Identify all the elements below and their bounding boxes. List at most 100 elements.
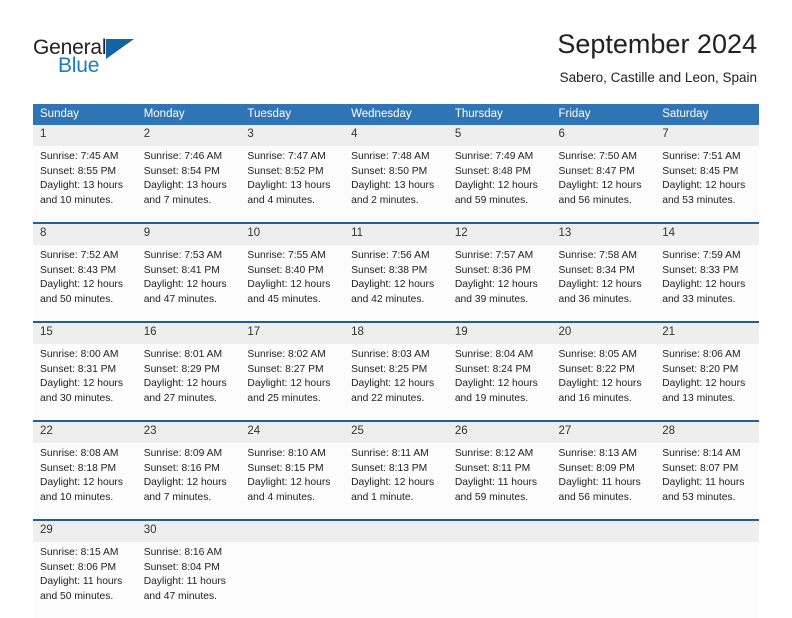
day-number[interactable]: 25: [344, 422, 448, 443]
day-number[interactable]: 3: [240, 125, 345, 146]
day-cell[interactable]: Sunrise: 8:12 AM Sunset: 8:11 PM Dayligh…: [447, 443, 552, 519]
day-cell-empty: [551, 542, 656, 618]
daylight-text-line1: Daylight: 12 hours: [351, 477, 435, 489]
sunrise-text: Sunrise: 7:49 AM: [454, 151, 534, 162]
week-row-details: Sunrise: 8:08 AM Sunset: 8:18 PM Dayligh…: [33, 443, 759, 519]
day-cell[interactable]: Sunrise: 7:45 AM Sunset: 8:55 PM Dayligh…: [33, 146, 137, 222]
day-cell[interactable]: Sunrise: 8:11 AM Sunset: 8:13 PM Dayligh…: [344, 443, 448, 519]
day-cell[interactable]: Sunrise: 8:14 AM Sunset: 8:07 PM Dayligh…: [655, 443, 759, 519]
daylight-text-line1: Daylight: 13 hours: [247, 180, 331, 192]
daylight-text-line2: and 13 minutes.: [662, 392, 736, 404]
day-number[interactable]: 17: [240, 323, 345, 344]
week-row-daynumbers: 29 30: [33, 521, 759, 542]
day-cell[interactable]: Sunrise: 7:58 AM Sunset: 8:34 PM Dayligh…: [551, 245, 656, 321]
day-number[interactable]: 8: [33, 224, 137, 245]
day-cell[interactable]: Sunrise: 8:05 AM Sunset: 8:22 PM Dayligh…: [551, 344, 656, 420]
sunset-text: Sunset: 8:50 PM: [351, 165, 428, 177]
day-number[interactable]: 10: [240, 224, 345, 245]
day-number[interactable]: 14: [655, 224, 759, 245]
day-number[interactable]: 7: [655, 125, 759, 146]
day-number[interactable]: 18: [344, 323, 448, 344]
sunset-text: Sunset: 8:40 PM: [247, 264, 324, 276]
day-cell[interactable]: Sunrise: 8:06 AM Sunset: 8:20 PM Dayligh…: [655, 344, 759, 420]
day-cell[interactable]: Sunrise: 8:08 AM Sunset: 8:18 PM Dayligh…: [33, 443, 137, 519]
day-cell[interactable]: Sunrise: 8:13 AM Sunset: 8:09 PM Dayligh…: [551, 443, 656, 519]
day-cell[interactable]: Sunrise: 7:48 AM Sunset: 8:50 PM Dayligh…: [344, 146, 448, 222]
day-cell[interactable]: Sunrise: 8:03 AM Sunset: 8:25 PM Dayligh…: [344, 344, 448, 420]
day-cell[interactable]: Sunrise: 7:46 AM Sunset: 8:54 PM Dayligh…: [136, 146, 241, 222]
sunrise-text: Sunrise: 8:00 AM: [40, 349, 119, 360]
weekday-header-saturday: Saturday: [655, 104, 759, 125]
day-number[interactable]: 16: [136, 323, 241, 344]
sunset-text: Sunset: 8:33 PM: [662, 264, 739, 276]
day-number[interactable]: 4: [344, 125, 448, 146]
day-cell[interactable]: Sunrise: 8:16 AM Sunset: 8:04 PM Dayligh…: [136, 542, 241, 618]
day-number[interactable]: 24: [240, 422, 345, 443]
week-row-daynumbers: 1 2 3 4 5 6 7: [33, 125, 759, 146]
day-cell[interactable]: Sunrise: 8:09 AM Sunset: 8:16 PM Dayligh…: [136, 443, 241, 519]
sunset-text: Sunset: 8:18 PM: [40, 462, 117, 474]
weekday-header-friday: Friday: [551, 104, 656, 125]
daylight-text-line1: Daylight: 12 hours: [247, 477, 331, 489]
daylight-text-line2: and 50 minutes.: [40, 293, 114, 305]
day-number[interactable]: 30: [136, 521, 241, 542]
day-number[interactable]: 26: [447, 422, 552, 443]
daylight-text-line1: Daylight: 12 hours: [351, 279, 435, 291]
day-cell[interactable]: Sunrise: 8:00 AM Sunset: 8:31 PM Dayligh…: [33, 344, 137, 420]
day-number[interactable]: 22: [33, 422, 137, 443]
day-number[interactable]: 19: [447, 323, 552, 344]
day-cell[interactable]: Sunrise: 7:50 AM Sunset: 8:47 PM Dayligh…: [551, 146, 656, 222]
day-cell[interactable]: Sunrise: 7:55 AM Sunset: 8:40 PM Dayligh…: [240, 245, 345, 321]
day-number[interactable]: 2: [136, 125, 241, 146]
generalblue-logo[interactable]: General Blue: [33, 36, 153, 80]
daylight-text-line1: Daylight: 12 hours: [40, 279, 123, 291]
daylight-text-line1: Daylight: 12 hours: [558, 180, 642, 192]
sunset-text: Sunset: 8:52 PM: [247, 165, 324, 177]
day-number[interactable]: 15: [33, 323, 137, 344]
day-number[interactable]: 27: [551, 422, 656, 443]
daylight-text-line2: and 39 minutes.: [454, 293, 529, 305]
sunset-text: Sunset: 8:36 PM: [454, 264, 531, 276]
daylight-text-line2: and 50 minutes.: [40, 590, 114, 602]
day-number[interactable]: 21: [655, 323, 759, 344]
day-number-empty: [344, 521, 448, 542]
daylight-text-line2: and 7 minutes.: [143, 194, 212, 206]
day-cell[interactable]: Sunrise: 7:51 AM Sunset: 8:45 PM Dayligh…: [655, 146, 759, 222]
day-cell[interactable]: Sunrise: 8:02 AM Sunset: 8:27 PM Dayligh…: [240, 344, 345, 420]
day-cell[interactable]: Sunrise: 8:01 AM Sunset: 8:29 PM Dayligh…: [136, 344, 241, 420]
daylight-text-line1: Daylight: 12 hours: [454, 279, 538, 291]
day-number[interactable]: 29: [33, 521, 137, 542]
day-cell[interactable]: Sunrise: 7:59 AM Sunset: 8:33 PM Dayligh…: [655, 245, 759, 321]
day-cell[interactable]: Sunrise: 8:10 AM Sunset: 8:15 PM Dayligh…: [240, 443, 345, 519]
daylight-text-line2: and 47 minutes.: [143, 590, 217, 602]
day-cell[interactable]: Sunrise: 8:15 AM Sunset: 8:06 PM Dayligh…: [33, 542, 137, 618]
day-cell[interactable]: Sunrise: 7:52 AM Sunset: 8:43 PM Dayligh…: [33, 245, 137, 321]
day-cell[interactable]: Sunrise: 7:47 AM Sunset: 8:52 PM Dayligh…: [240, 146, 345, 222]
day-cell[interactable]: Sunrise: 7:49 AM Sunset: 8:48 PM Dayligh…: [447, 146, 552, 222]
day-cell[interactable]: Sunrise: 7:57 AM Sunset: 8:36 PM Dayligh…: [447, 245, 552, 321]
sunset-text: Sunset: 8:38 PM: [351, 264, 428, 276]
daylight-text-line2: and 33 minutes.: [662, 293, 736, 305]
day-number[interactable]: 13: [551, 224, 656, 245]
day-number[interactable]: 9: [136, 224, 241, 245]
day-number[interactable]: 1: [33, 125, 137, 146]
day-cell-empty: [655, 542, 759, 618]
day-cell[interactable]: Sunrise: 7:56 AM Sunset: 8:38 PM Dayligh…: [344, 245, 448, 321]
day-number[interactable]: 12: [447, 224, 552, 245]
day-number[interactable]: 23: [136, 422, 241, 443]
day-number-empty: [655, 521, 759, 542]
day-number[interactable]: 6: [551, 125, 656, 146]
weekday-header-wednesday: Wednesday: [344, 104, 448, 125]
daylight-text-line1: Daylight: 12 hours: [143, 378, 227, 390]
day-number[interactable]: 28: [655, 422, 759, 443]
day-number[interactable]: 20: [551, 323, 656, 344]
sunset-text: Sunset: 8:11 PM: [454, 462, 531, 474]
day-number[interactable]: 11: [344, 224, 448, 245]
sunrise-text: Sunrise: 8:16 AM: [143, 547, 223, 558]
day-number[interactable]: 5: [447, 125, 552, 146]
day-cell[interactable]: Sunrise: 8:04 AM Sunset: 8:24 PM Dayligh…: [447, 344, 552, 420]
sunset-text: Sunset: 8:25 PM: [351, 363, 428, 375]
daylight-text-line2: and 19 minutes.: [454, 392, 529, 404]
sunrise-text: Sunrise: 8:02 AM: [247, 349, 326, 360]
day-cell[interactable]: Sunrise: 7:53 AM Sunset: 8:41 PM Dayligh…: [136, 245, 241, 321]
